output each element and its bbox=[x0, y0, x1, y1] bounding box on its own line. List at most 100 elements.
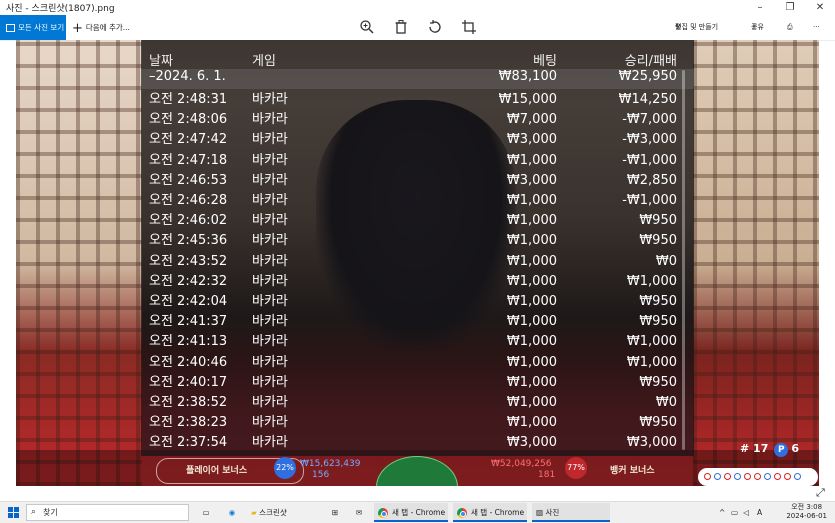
banker-count: 181 bbox=[538, 470, 556, 480]
taskbar-search[interactable]: ⌕ 찾기 bbox=[26, 504, 189, 521]
taskbar-app-label: 스크린샷 bbox=[259, 508, 287, 517]
row-time: 오전 2:42:04 bbox=[149, 294, 228, 309]
search-placeholder: 찾기 bbox=[43, 508, 58, 517]
history-row[interactable]: 오전 2:46:53 바카라 ₩3,000 ₩2,850 bbox=[141, 171, 694, 191]
add-to-button[interactable]: + 다음에 추가... bbox=[72, 15, 130, 40]
clock-date: 2024-06-01 bbox=[786, 512, 827, 520]
history-row[interactable]: 오전 2:43:52 바카라 ₩1,000 ₩0 bbox=[141, 252, 694, 272]
history-summary-row[interactable]: –2024. 6. 1. ₩83,100 ₩25,950 bbox=[141, 69, 694, 89]
row-winloss: ₩0 bbox=[655, 395, 677, 410]
row-game: 바카라 bbox=[252, 294, 288, 309]
mail-icon[interactable]: ✉ bbox=[351, 503, 367, 522]
history-row[interactable]: 오전 2:46:28 바카라 ₩1,000 -₩1,000 bbox=[141, 191, 694, 211]
row-bet: ₩1,000 bbox=[506, 395, 557, 410]
banker-percent: 77% bbox=[565, 457, 587, 479]
row-time: 오전 2:42:32 bbox=[149, 273, 228, 289]
title-bar: 사진 - 스크린샷(1807).png – ❐ ✕ bbox=[0, 0, 835, 15]
edge-icon[interactable]: ◉ bbox=[224, 503, 240, 522]
taskbar-app-photos[interactable]: ▨ 사진 bbox=[532, 503, 610, 522]
volume-icon[interactable]: ◁ bbox=[743, 503, 753, 522]
tray-chevron-icon[interactable]: ^ bbox=[719, 503, 729, 522]
row-bet: ₩1,000 bbox=[506, 273, 557, 289]
summary-bet: ₩83,100 bbox=[498, 69, 557, 84]
plus-icon: + bbox=[72, 20, 83, 36]
row-game: 바카라 bbox=[252, 132, 288, 148]
row-game: 바카라 bbox=[252, 213, 288, 229]
taskbar-clock[interactable]: 오전 3:08 2024-06-01 bbox=[786, 503, 827, 521]
store-icon[interactable]: ⊞ bbox=[327, 503, 343, 522]
row-time: 오전 2:38:23 bbox=[149, 415, 228, 431]
share-label: 공유 bbox=[751, 23, 764, 31]
player-bonus-label: 플레이어 보너스 bbox=[186, 466, 248, 476]
taskbar-app-chrome-2[interactable]: 새 탭 - Chrome bbox=[453, 503, 527, 522]
row-winloss: -₩1,000 bbox=[622, 152, 677, 168]
history-row[interactable]: 오전 2:41:37 바카라 ₩1,000 ₩950 bbox=[141, 312, 694, 332]
road-dot bbox=[754, 473, 761, 480]
input-language[interactable]: A bbox=[757, 503, 767, 522]
history-row[interactable]: 오전 2:41:13 바카라 ₩1,000 ₩1,000 bbox=[141, 332, 694, 352]
history-row[interactable]: 오전 2:42:32 바카라 ₩1,000 ₩1,000 bbox=[141, 272, 694, 292]
chrome-icon bbox=[457, 508, 467, 518]
road-dot bbox=[724, 473, 731, 480]
row-bet: ₩1,000 bbox=[506, 294, 557, 309]
taskbar-app-chrome-1[interactable]: 새 탭 - Chrome bbox=[374, 503, 448, 522]
row-winloss: ₩950 bbox=[639, 314, 677, 330]
row-time: 오전 2:38:52 bbox=[149, 395, 228, 410]
row-bet: ₩3,000 bbox=[506, 172, 557, 188]
history-scrollbar[interactable] bbox=[682, 70, 685, 450]
history-row[interactable]: 오전 2:47:18 바카라 ₩1,000 -₩1,000 bbox=[141, 151, 694, 171]
history-row[interactable]: 오전 2:47:42 바카라 ₩3,000 -₩3,000 bbox=[141, 130, 694, 150]
history-row[interactable]: 오전 2:46:02 바카라 ₩1,000 ₩950 bbox=[141, 211, 694, 231]
start-button[interactable] bbox=[8, 507, 19, 518]
row-winloss: ₩0 bbox=[655, 253, 677, 269]
row-bet: ₩1,000 bbox=[506, 213, 557, 229]
trash-icon[interactable] bbox=[393, 19, 409, 35]
history-row[interactable]: 오전 2:37:54 바카라 ₩3,000 ₩3,000 bbox=[141, 433, 694, 453]
task-view-icon[interactable]: ▭ bbox=[198, 503, 214, 522]
row-game: 바카라 bbox=[252, 395, 288, 410]
clock-time: 오전 3:08 bbox=[791, 503, 823, 511]
network-icon[interactable]: ▭ bbox=[731, 503, 741, 522]
rotate-icon[interactable] bbox=[427, 19, 443, 35]
decor-panel-left bbox=[16, 40, 142, 486]
more-button[interactable]: ··· bbox=[813, 15, 820, 40]
header-winloss: 승리/패배 bbox=[624, 54, 677, 69]
history-row[interactable]: 오전 2:40:46 바카라 ₩1,000 ₩1,000 bbox=[141, 353, 694, 373]
history-row[interactable]: 오전 2:38:52 바카라 ₩1,000 ₩0 bbox=[141, 393, 694, 413]
row-winloss: ₩950 bbox=[639, 294, 677, 309]
row-time: 오전 2:46:53 bbox=[149, 172, 228, 188]
all-photos-button[interactable]: 모든 사진 보기 bbox=[0, 15, 66, 40]
maximize-button[interactable]: ❐ bbox=[775, 0, 805, 15]
header-bet: 베팅 bbox=[533, 54, 557, 69]
row-game: 바카라 bbox=[252, 354, 288, 370]
road-dot bbox=[744, 473, 751, 480]
fullscreen-icon[interactable]: ⤢ bbox=[816, 486, 825, 500]
row-time: 오전 2:48:06 bbox=[149, 112, 228, 128]
row-game: 바카라 bbox=[252, 92, 288, 107]
history-row[interactable]: 오전 2:48:06 바카라 ₩7,000 -₩7,000 bbox=[141, 110, 694, 130]
history-row[interactable]: 오전 2:48:31 바카라 ₩15,000 ₩14,250 bbox=[141, 90, 694, 110]
taskbar-app-label: 사진 bbox=[545, 508, 560, 517]
taskbar-app-screenshots[interactable]: ▰ 스크린샷 bbox=[247, 503, 317, 522]
add-to-label: 다음에 추가... bbox=[85, 23, 130, 32]
row-time: 오전 2:47:18 bbox=[149, 152, 228, 168]
banker-bonus-label: 뱅커 보너스 bbox=[610, 466, 655, 476]
photo-icon bbox=[6, 24, 15, 32]
history-row[interactable]: 오전 2:45:36 바카라 ₩1,000 ₩950 bbox=[141, 231, 694, 251]
row-winloss: ₩1,000 bbox=[626, 354, 677, 370]
summary-date: –2024. 6. 1. bbox=[149, 69, 226, 84]
crop-icon[interactable] bbox=[461, 19, 477, 35]
close-button[interactable]: ✕ bbox=[805, 0, 835, 15]
row-game: 바카라 bbox=[252, 314, 288, 330]
photos-toolbar: 모든 사진 보기 + 다음에 추가... ⚒ 편집 및 만들기 ⌄ ⇪ 공유 ⎙ … bbox=[0, 15, 835, 41]
zoom-icon[interactable] bbox=[359, 19, 375, 35]
road-dot bbox=[784, 473, 791, 480]
history-row[interactable]: 오전 2:40:17 바카라 ₩1,000 ₩950 bbox=[141, 373, 694, 393]
row-game: 바카라 bbox=[252, 374, 288, 390]
history-row[interactable]: 오전 2:38:23 바카라 ₩1,000 ₩950 bbox=[141, 413, 694, 433]
row-bet: ₩1,000 bbox=[506, 314, 557, 330]
edit-create-button[interactable]: ⚒ 편집 및 만들기 ⌄ bbox=[675, 15, 718, 40]
edit-create-label: 편집 및 만들기 bbox=[675, 23, 719, 31]
history-row[interactable]: 오전 2:42:04 바카라 ₩1,000 ₩950 bbox=[141, 292, 694, 312]
minimize-button[interactable]: – bbox=[745, 0, 775, 15]
